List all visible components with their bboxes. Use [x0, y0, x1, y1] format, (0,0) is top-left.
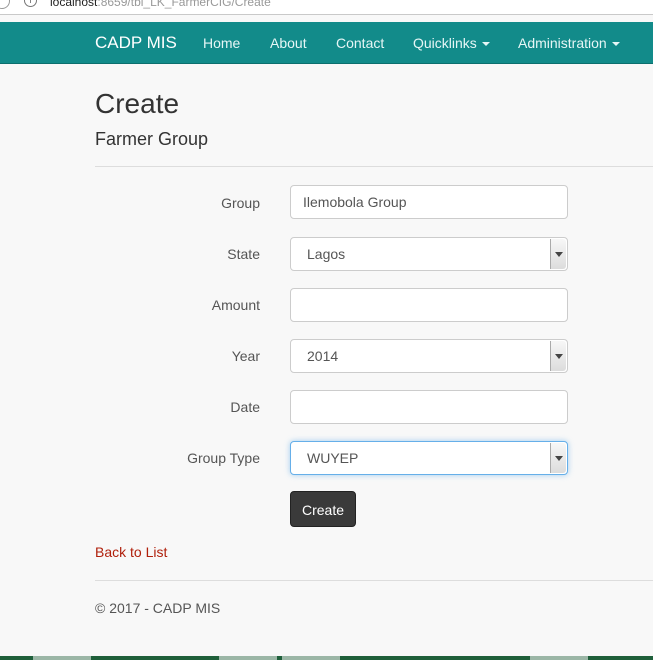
nav-administration-dropdown[interactable]: Administration — [518, 22, 620, 64]
info-icon[interactable]: i — [24, 0, 37, 7]
footer-divider — [95, 580, 653, 581]
chevron-down-icon[interactable] — [550, 239, 566, 269]
amount-label: Amount — [211, 297, 260, 313]
browser-address-bar: i localhost:8659/tbl_LK_FarmerCIG/Create — [0, 0, 653, 15]
group-input-value: Ilemobola Group — [303, 194, 407, 210]
year-select-value: 2014 — [307, 348, 339, 364]
brand-link[interactable]: CADP MIS — [95, 22, 177, 64]
nav-about-label: About — [270, 35, 307, 51]
group-input[interactable]: Ilemobola Group — [290, 185, 568, 219]
group-type-select[interactable]: WUYEP — [290, 441, 568, 475]
caret-down-icon — [611, 42, 620, 47]
reload-icon[interactable] — [0, 0, 10, 9]
footer-copyright: © 2017 - CADP MIS — [95, 600, 221, 616]
nav-quicklinks-dropdown[interactable]: Quicklinks — [413, 22, 490, 64]
taskbar-button[interactable] — [33, 656, 91, 660]
group-label: Group — [221, 195, 260, 211]
page-subtitle: Farmer Group — [95, 129, 209, 149]
url-host: localhost — [50, 0, 98, 9]
chevron-down-icon[interactable] — [550, 443, 566, 473]
nav-home[interactable]: Home — [203, 22, 240, 64]
taskbar-button[interactable] — [219, 656, 277, 660]
state-label: State — [227, 246, 260, 262]
amount-input[interactable] — [290, 288, 568, 322]
divider — [95, 166, 653, 167]
group-type-label: Group Type — [187, 450, 260, 466]
chevron-down-icon[interactable] — [550, 341, 566, 371]
state-select[interactable]: Lagos — [290, 237, 568, 271]
year-label: Year — [231, 348, 260, 364]
group-type-select-value: WUYEP — [307, 450, 359, 466]
state-select-value: Lagos — [307, 246, 346, 262]
year-select[interactable]: 2014 — [290, 339, 568, 373]
nav-administration-label: Administration — [518, 35, 607, 51]
top-navbar: CADP MIS Home About Contact Quicklinks A… — [0, 22, 653, 64]
date-label: Date — [230, 399, 260, 415]
address-url[interactable]: localhost:8659/tbl_LK_FarmerCIG/Create — [50, 0, 271, 9]
os-taskbar — [0, 656, 653, 660]
page-title: Create — [95, 88, 180, 119]
nav-home-label: Home — [203, 35, 241, 51]
create-button[interactable]: Create — [290, 491, 356, 527]
back-to-list-link[interactable]: Back to List — [95, 544, 167, 560]
taskbar-button[interactable] — [282, 656, 340, 660]
date-input[interactable] — [290, 390, 568, 424]
nav-about[interactable]: About — [270, 22, 307, 64]
url-path: :8659/tbl_LK_FarmerCIG/Create — [97, 0, 271, 9]
caret-down-icon — [481, 42, 490, 47]
nav-contact-label: Contact — [336, 35, 385, 51]
nav-quicklinks-label: Quicklinks — [413, 35, 477, 51]
taskbar-button[interactable] — [530, 656, 588, 660]
nav-contact[interactable]: Contact — [336, 22, 384, 64]
